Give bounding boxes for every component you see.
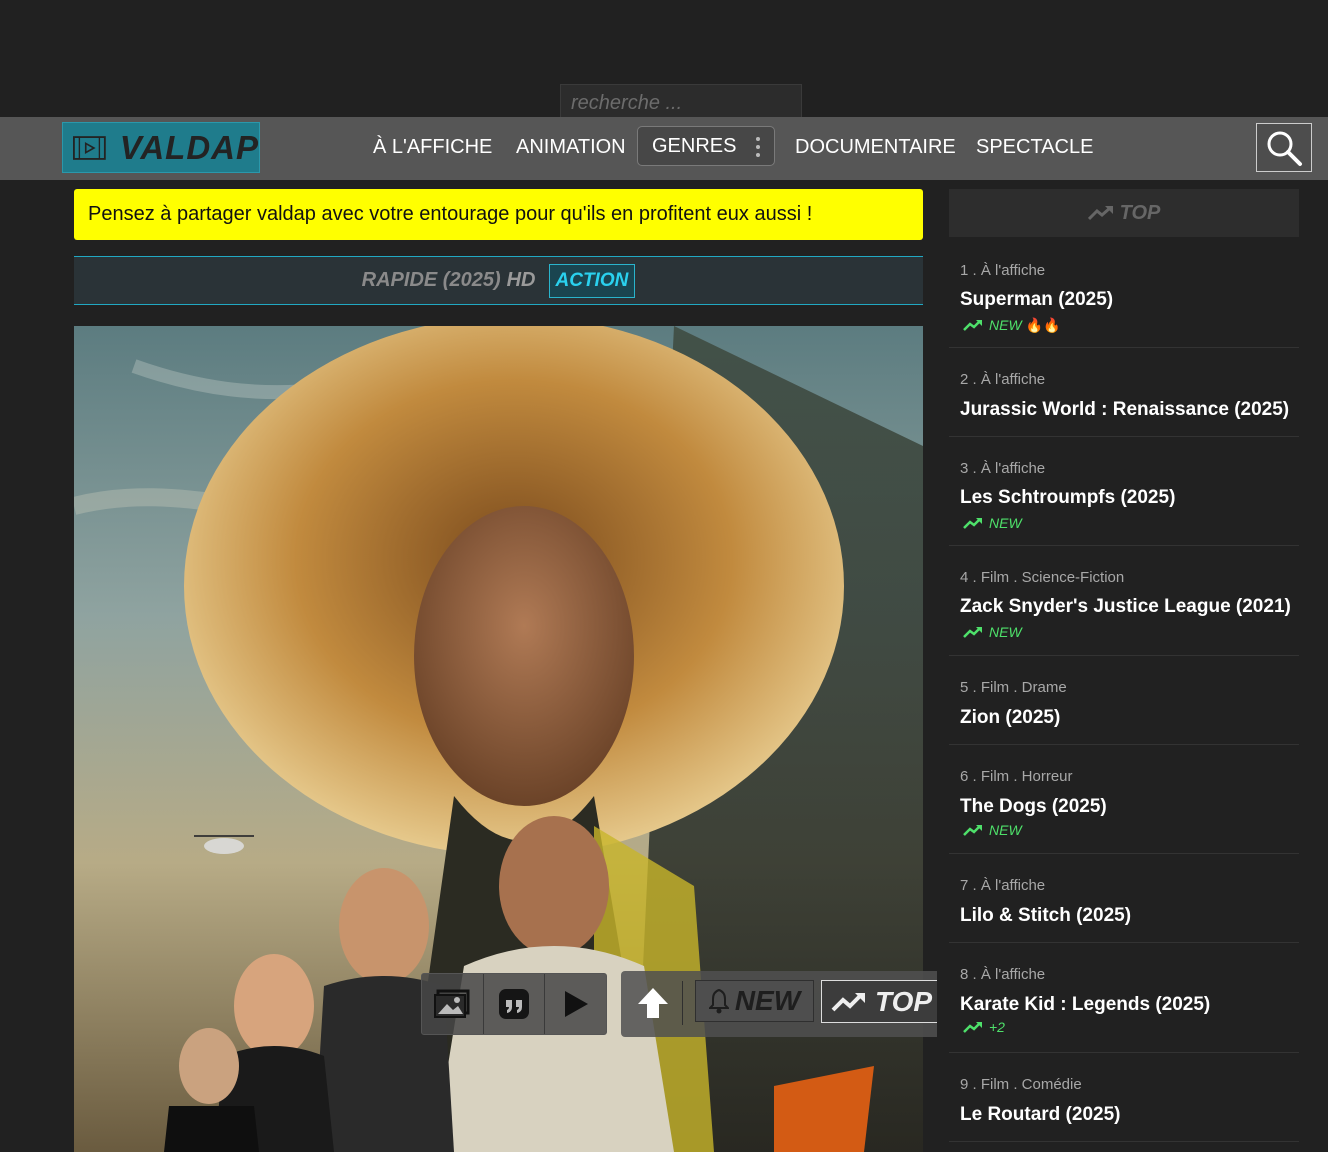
top-list-item[interactable]: 5 . Film . Drame Zion (2025) xyxy=(949,656,1299,745)
top-list-item[interactable]: 8 . À l'affiche Karate Kid : Legends (20… xyxy=(949,943,1299,1053)
nav-animation[interactable]: ANIMATION xyxy=(516,117,626,180)
badge-text: NEW xyxy=(989,317,1022,333)
item-meta: 4 . Film . Science-Fiction xyxy=(960,569,1125,586)
badge-text: +2 xyxy=(989,1019,1005,1035)
trending-up-icon xyxy=(963,320,982,331)
top-list-item[interactable]: 1 . À l'affiche Superman (2025) NEW 🔥🔥 xyxy=(949,248,1299,348)
trending-up-icon xyxy=(831,992,865,1011)
top-button-label: TOP xyxy=(874,985,933,1017)
bell-icon xyxy=(708,988,729,1014)
search-button[interactable] xyxy=(1256,123,1312,172)
top-list-item[interactable]: 4 . Film . Science-Fiction Zack Snyder's… xyxy=(949,546,1299,656)
search-input[interactable] xyxy=(561,85,801,117)
item-meta: 7 . À l'affiche xyxy=(960,877,1046,894)
toolbar-divider xyxy=(682,981,683,1025)
top-list-item[interactable]: 6 . Film . Horreur The Dogs (2025) NEW xyxy=(949,745,1299,854)
movie-title: RAPIDE (2025) xyxy=(361,269,501,291)
badge-text: NEW xyxy=(989,822,1022,838)
media-actions xyxy=(421,973,607,1035)
nav-a-l-affiche[interactable]: À L'AFFICHE xyxy=(373,117,492,180)
top-list: 1 . À l'affiche Superman (2025) NEW 🔥🔥 2… xyxy=(949,248,1299,1142)
reviews-button[interactable] xyxy=(484,974,546,1034)
item-badge: NEW xyxy=(963,624,1022,640)
item-meta: 5 . Film . Drame xyxy=(960,679,1067,696)
top-search-box[interactable] xyxy=(560,84,802,117)
nav-documentaire[interactable]: DOCUMENTAIRE xyxy=(795,117,956,180)
item-title[interactable]: Zion (2025) xyxy=(960,707,1060,729)
trending-up-icon xyxy=(963,1022,982,1033)
item-meta: 1 . À l'affiche xyxy=(960,262,1046,279)
quote-icon xyxy=(499,989,529,1019)
top-sidebar: TOP 1 . À l'affiche Superman (2025) NEW … xyxy=(937,180,1328,1152)
trending-up-icon xyxy=(1087,206,1113,221)
trending-up-icon xyxy=(963,825,982,836)
nav-genres-label: GENRES xyxy=(652,135,737,157)
item-meta: 8 . À l'affiche xyxy=(960,966,1046,983)
item-title[interactable]: Zack Snyder's Justice League (2021) xyxy=(960,596,1291,618)
nav-spectacle[interactable]: SPECTACLE xyxy=(976,117,1093,180)
movie-title-bar: RAPIDE (2025) HD ACTION xyxy=(74,256,923,305)
top-list-item[interactable]: 9 . Film . Comédie Le Routard (2025) xyxy=(949,1053,1299,1142)
badge-text: NEW xyxy=(989,624,1022,640)
item-badge: NEW xyxy=(963,822,1022,838)
scroll-top-button[interactable] xyxy=(631,981,675,1025)
arrow-up-icon xyxy=(638,988,668,1018)
top-button[interactable]: TOP xyxy=(821,980,942,1023)
top-list-item[interactable]: 3 . À l'affiche Les Schtroumpfs (2025) N… xyxy=(949,437,1299,546)
quick-nav-actions: NEW TOP xyxy=(621,971,951,1037)
film-icon xyxy=(73,135,106,160)
badge-text: NEW xyxy=(989,515,1022,531)
site-logo[interactable]: VALDAP xyxy=(62,122,260,173)
trending-up-icon xyxy=(963,518,982,529)
item-meta: 3 . À l'affiche xyxy=(960,460,1046,477)
item-meta: 9 . Film . Comédie xyxy=(960,1076,1082,1093)
top-list-item[interactable]: 7 . À l'affiche Lilo & Stitch (2025) xyxy=(949,854,1299,943)
more-vertical-icon xyxy=(756,137,760,161)
quality-label: HD xyxy=(506,269,536,291)
item-title[interactable]: Les Schtroumpfs (2025) xyxy=(960,487,1175,509)
image-icon xyxy=(434,989,470,1018)
gallery-button[interactable] xyxy=(422,974,484,1034)
genre-tag[interactable]: ACTION xyxy=(548,263,636,298)
item-title[interactable]: Lilo & Stitch (2025) xyxy=(960,905,1131,927)
new-button-label: NEW xyxy=(734,985,801,1016)
search-icon xyxy=(1267,131,1302,166)
item-badge: NEW xyxy=(963,515,1022,531)
item-meta: 2 . À l'affiche xyxy=(960,371,1046,388)
item-title[interactable]: Jurassic World : Renaissance (2025) xyxy=(960,399,1289,421)
item-badge: +2 xyxy=(963,1019,1005,1035)
main-navbar: VALDAP À L'AFFICHE ANIMATION GENRES DOCU… xyxy=(0,117,1328,180)
top-list-item[interactable]: 2 . À l'affiche Jurassic World : Renaiss… xyxy=(949,348,1299,437)
item-badge: NEW 🔥🔥 xyxy=(963,317,1061,333)
trending-up-icon xyxy=(963,627,982,638)
play-icon xyxy=(564,991,588,1017)
logo-text: VALDAP xyxy=(119,128,259,166)
play-trailer-button[interactable] xyxy=(545,974,606,1034)
item-title[interactable]: Karate Kid : Legends (2025) xyxy=(960,994,1210,1016)
item-title[interactable]: The Dogs (2025) xyxy=(960,796,1107,818)
item-title[interactable]: Superman (2025) xyxy=(960,289,1113,311)
nav-genres-dropdown[interactable]: GENRES xyxy=(637,126,775,166)
flame-icon: 🔥🔥 xyxy=(1025,316,1061,333)
item-meta: 6 . Film . Horreur xyxy=(960,768,1073,785)
sidebar-title: TOP xyxy=(1119,201,1161,224)
share-notice: Pensez à partager valdap avec votre ento… xyxy=(74,189,923,240)
new-button[interactable]: NEW xyxy=(695,980,814,1022)
item-title[interactable]: Le Routard (2025) xyxy=(960,1104,1120,1126)
sidebar-header: TOP xyxy=(949,189,1299,237)
